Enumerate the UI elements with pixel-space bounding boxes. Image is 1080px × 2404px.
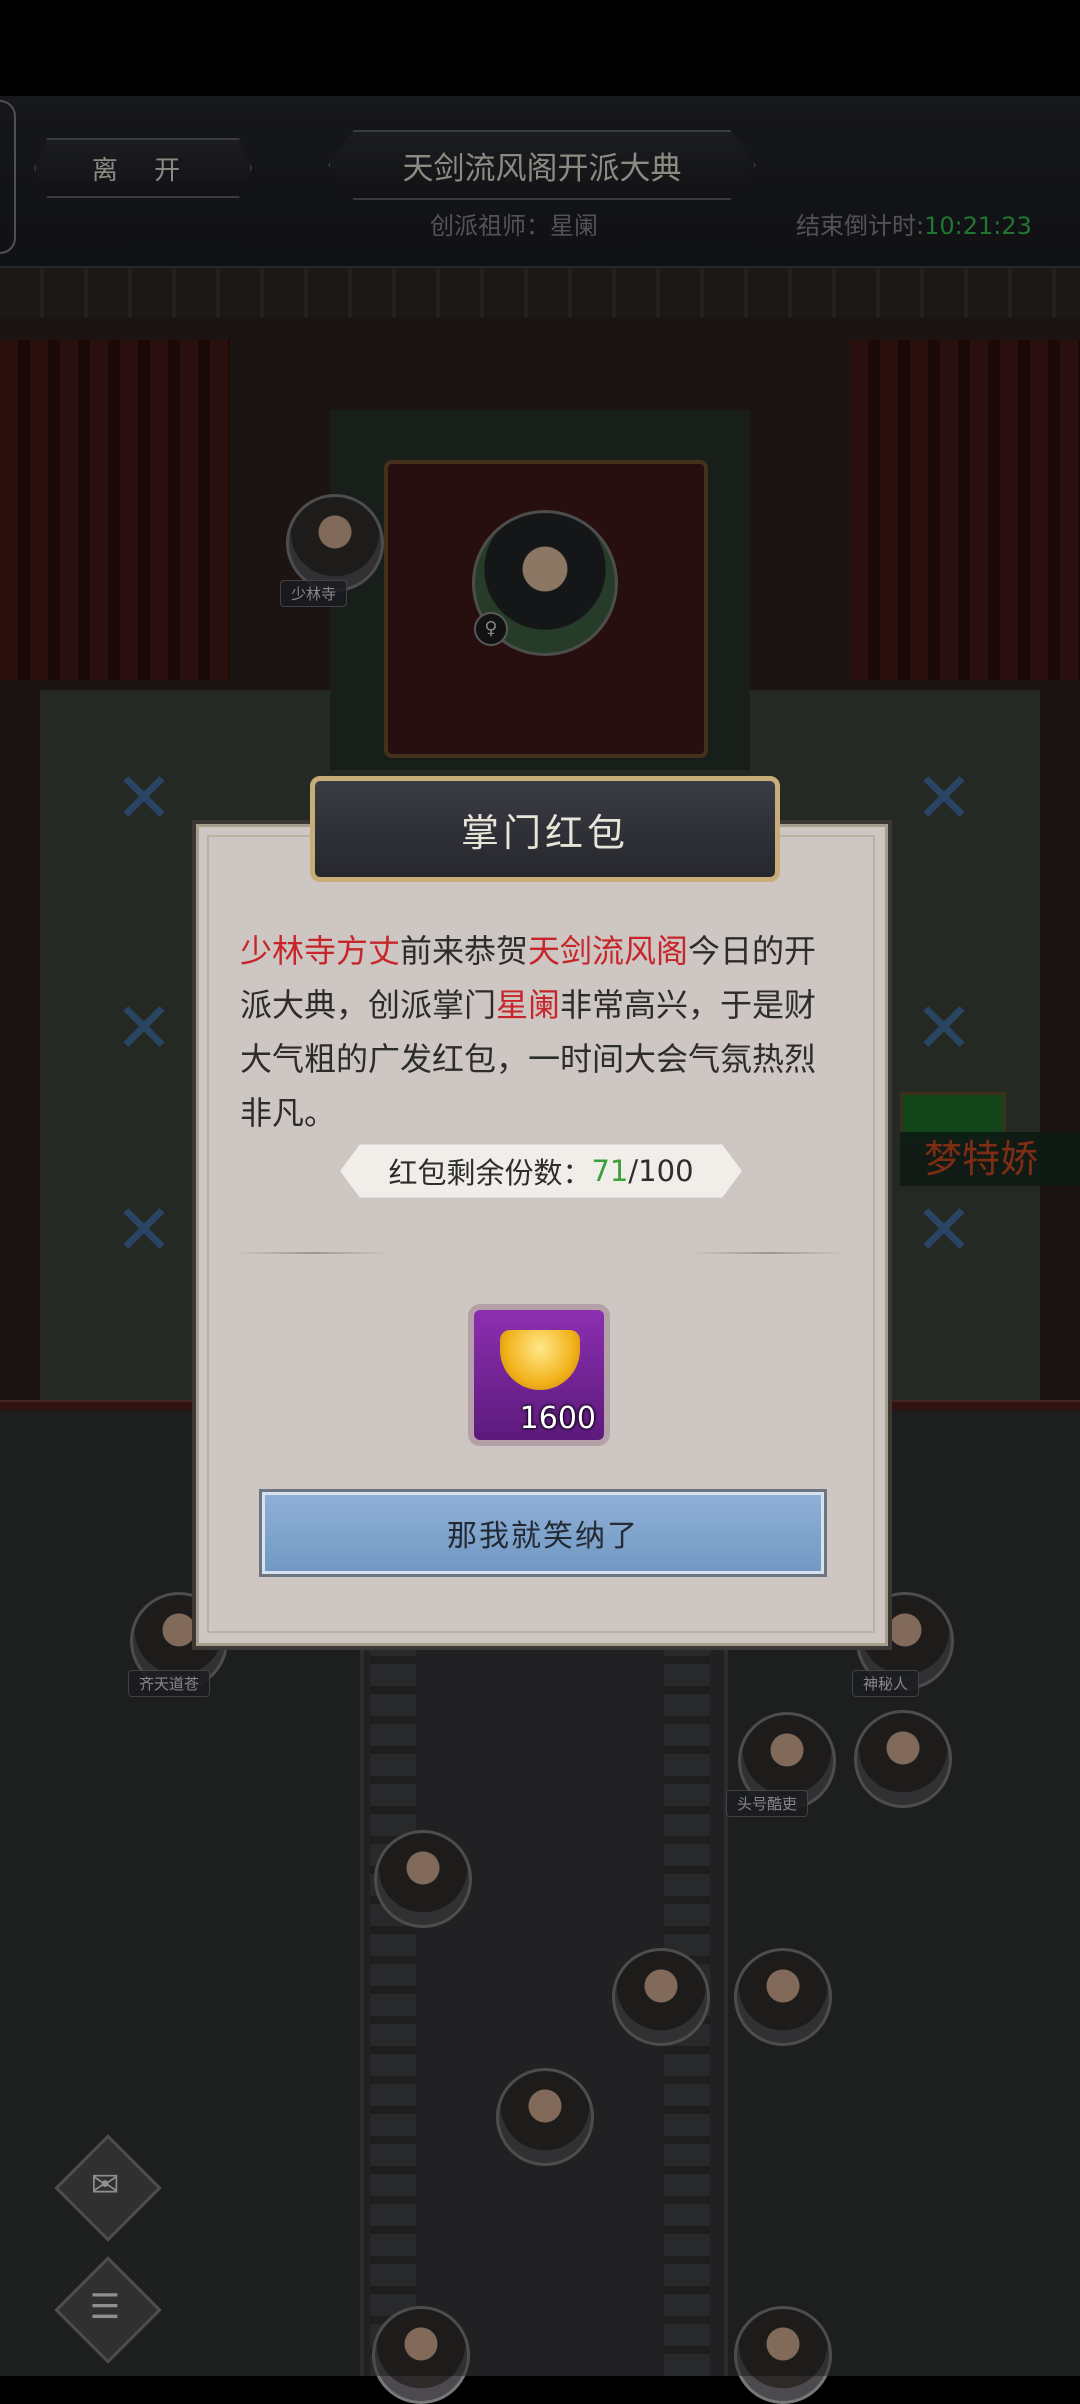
reward-item[interactable]: 1600 [468,1304,610,1446]
divider-right [688,1252,848,1254]
message-highlight: 星阑 [496,986,561,1024]
accept-button[interactable]: 那我就笑纳了 [262,1492,824,1574]
message-text: 前来恭贺 [400,932,529,970]
remaining-count: 红包剩余份数： 71/100 [340,1144,742,1198]
gold-ingot-icon [500,1330,580,1390]
remaining-total: /100 [628,1154,694,1188]
dialog-title: 掌门红包 [310,776,780,882]
remaining-label: 红包剩余份数： [388,1156,592,1190]
remaining-current: 71 [591,1154,629,1188]
message-highlight: 天剑流风阁 [528,932,689,970]
reward-count: 1600 [519,1401,596,1436]
divider-left [232,1252,392,1254]
message-highlight: 少林寺方丈 [240,932,401,970]
dialog-message: 少林寺方丈前来恭贺天剑流风阁今日的开派大典，创派掌门星阑非常高兴，于是财大气粗的… [240,924,840,1140]
